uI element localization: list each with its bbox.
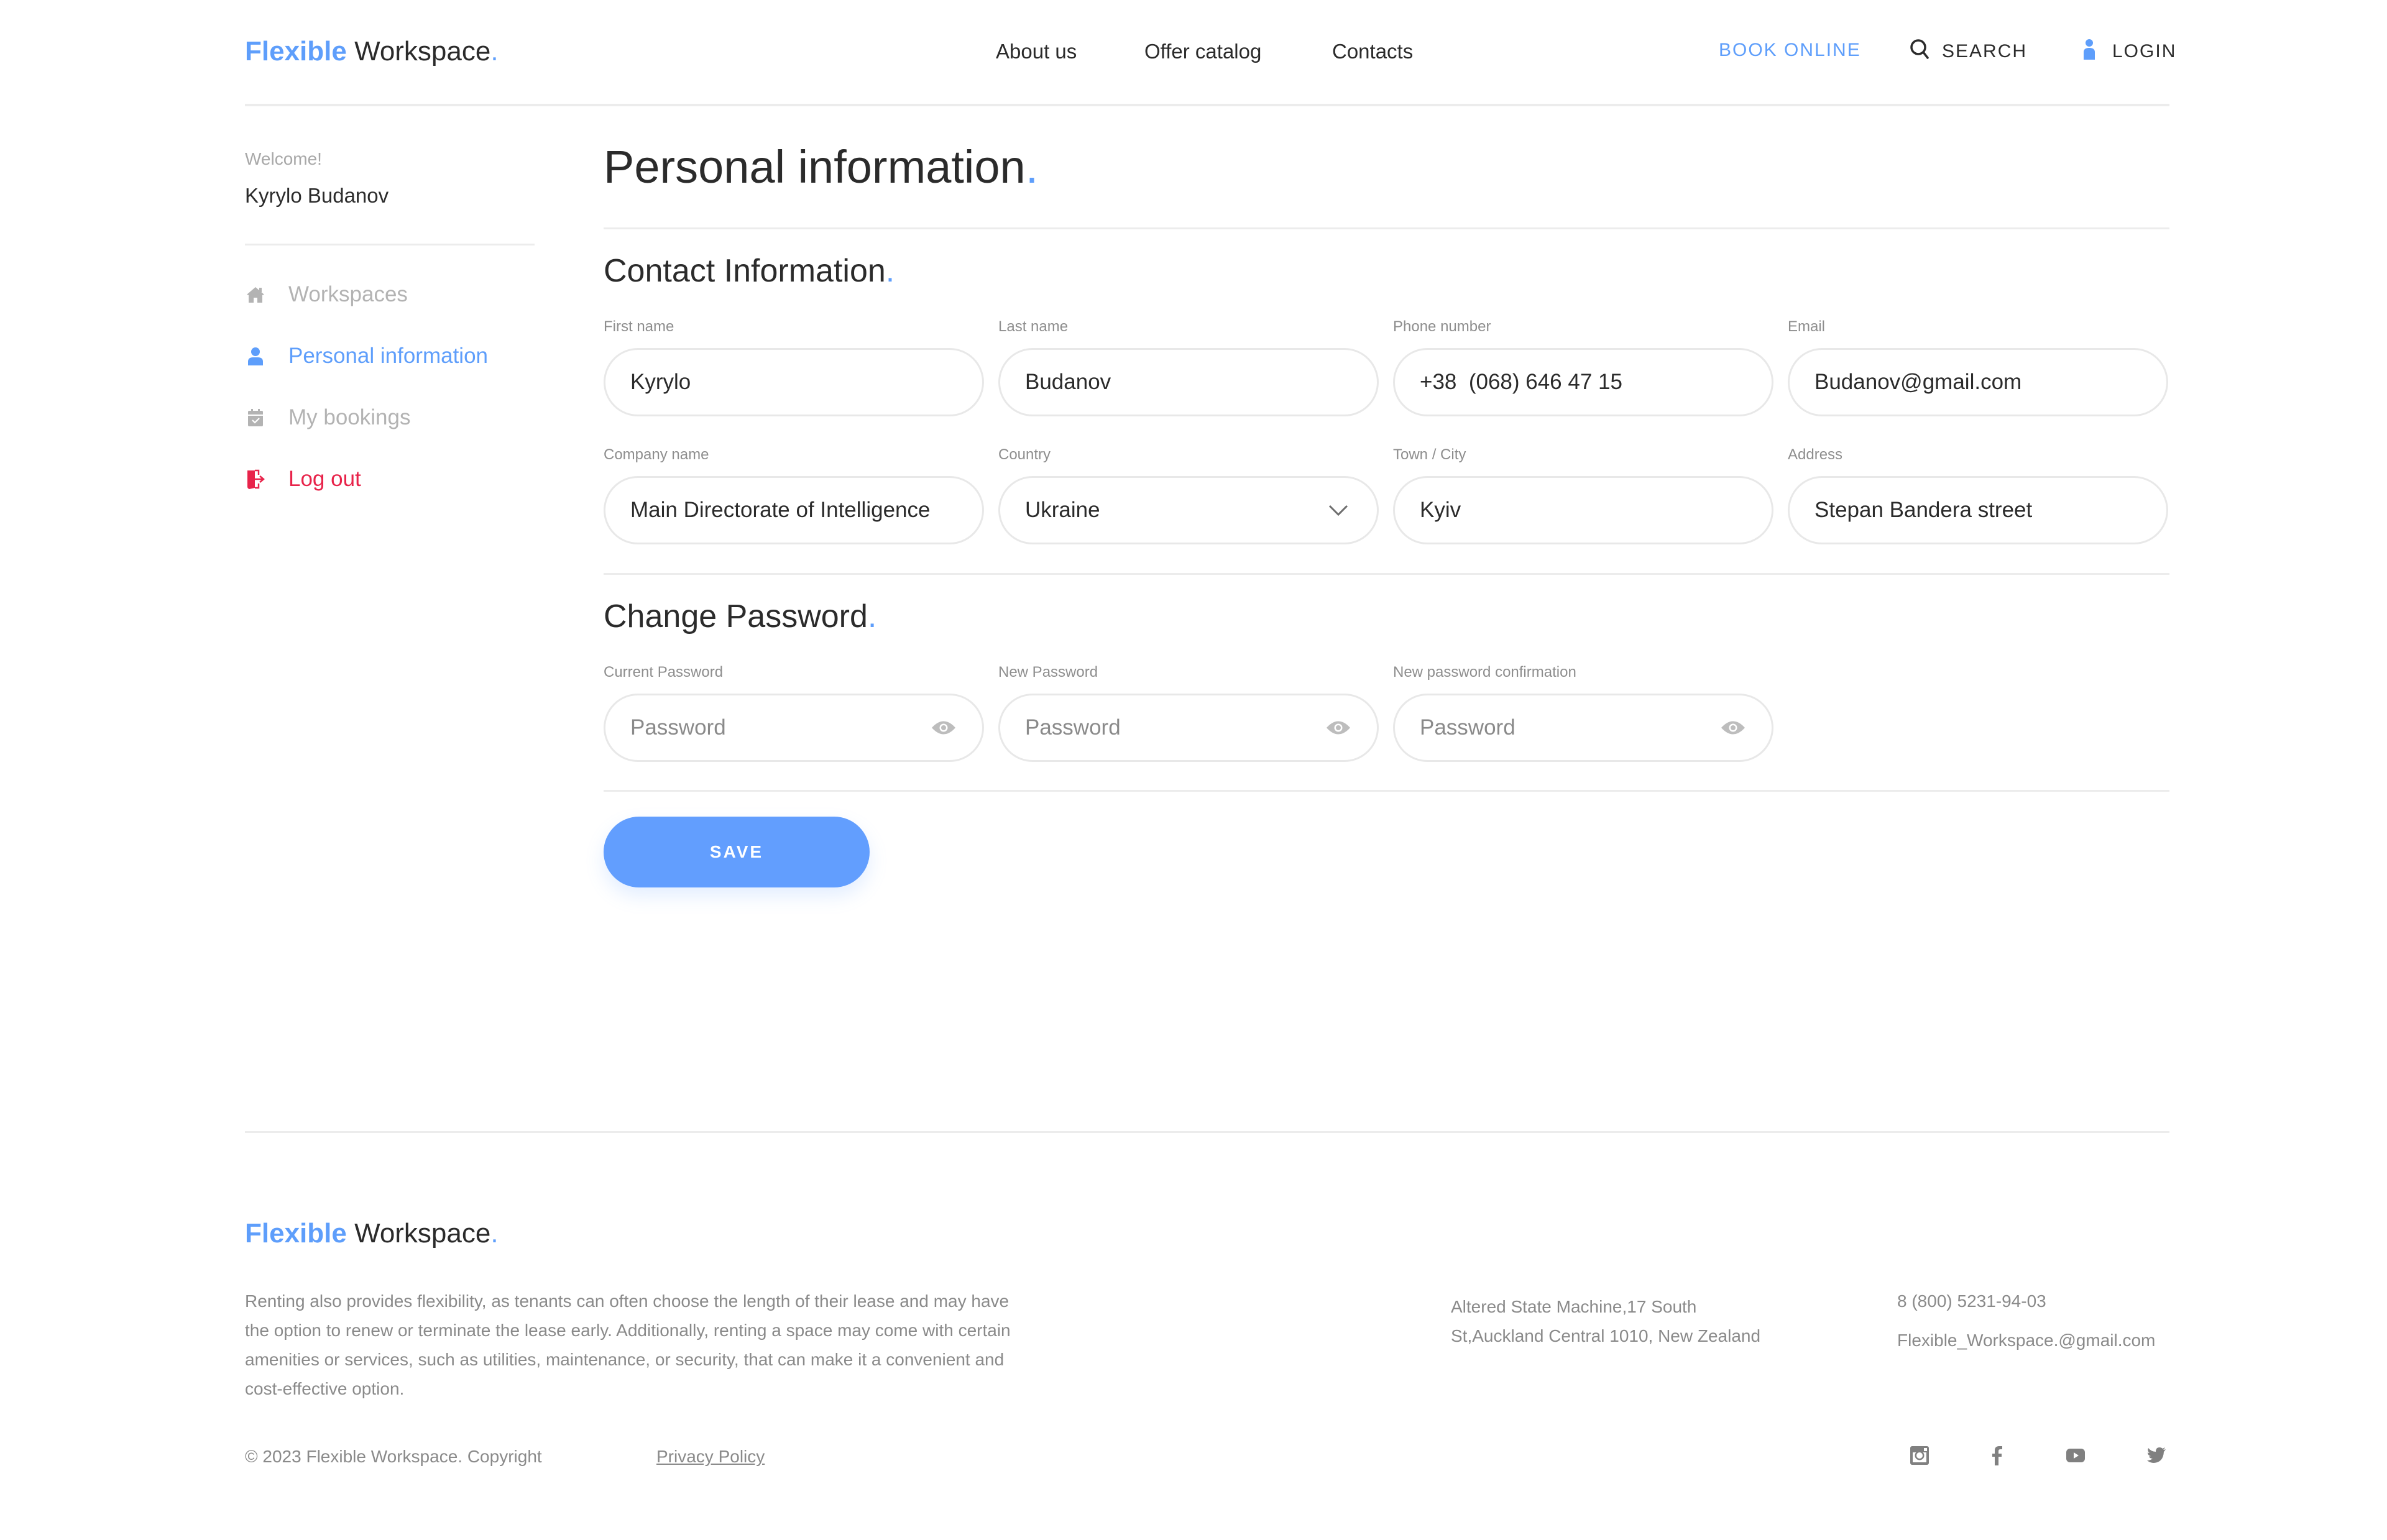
new-password-confirmation-label: New password confirmation [1393,664,1576,681]
contact-information-heading: Contact Information. [604,252,895,290]
sidebar-item-personal-information[interactable]: Personal information [245,344,488,369]
phone-number-label: Phone number [1393,318,1491,335]
address-label: Address [1788,446,1843,463]
eye-icon[interactable] [1325,714,1352,741]
book-online-label: BOOK ONLINE [1719,40,1861,60]
current-password-input[interactable] [630,715,930,740]
page-title-text: Personal information [604,141,1026,193]
change-password-heading: Change Password. [604,598,876,635]
last-name-input[interactable] [1025,370,1352,395]
new-password-confirmation-input[interactable] [1420,715,1719,740]
brand-part1: Flexible [245,1218,347,1249]
town-city-field[interactable] [1393,476,1773,544]
password-divider [604,790,2169,792]
sidebar-item-label: Log out [288,467,361,491]
privacy-policy-link[interactable]: Privacy Policy [656,1442,765,1471]
new-password-label: New Password [998,664,1098,681]
twitter-icon[interactable] [2146,1445,2167,1466]
footer-email[interactable]: Flexible_Workspace.@gmail.com [1897,1326,2155,1355]
sidebar-item-label: My bookings [288,405,411,429]
facebook-icon[interactable] [1987,1445,2008,1466]
page-title-dot: . [1025,141,1039,193]
header-divider [245,104,2169,106]
contact-divider [604,573,2169,575]
password-heading-dot: . [867,598,877,635]
footer-divider [245,1131,2169,1133]
sidebar-item-log-out[interactable]: Log out [245,467,361,492]
company-name-field[interactable] [604,476,984,544]
login-button[interactable]: LOGIN [2082,39,2176,65]
town-city-label: Town / City [1393,446,1466,463]
new-password-input[interactable] [1025,715,1325,740]
logout-door-icon [245,469,266,490]
footer-brand-logo[interactable]: Flexible Workspace. [245,1218,499,1249]
sidebar-divider [245,244,535,245]
nav-offer-catalog[interactable]: Offer catalog [1144,40,1261,63]
brand-part2: Workspace [354,1218,491,1249]
login-label: LOGIN [2112,41,2177,62]
current-password-field[interactable] [604,694,984,762]
new-password-field[interactable] [998,694,1379,762]
phone-number-input[interactable] [1420,370,1747,395]
email-label: Email [1788,318,1826,335]
search-button[interactable]: SEARCH [1910,39,2027,65]
company-name-label: Company name [604,446,709,463]
brand-logo[interactable]: Flexible Workspace. [245,36,499,67]
address-input[interactable] [1814,498,2141,523]
user-icon [2082,39,2096,65]
youtube-icon[interactable] [2065,1445,2086,1466]
user-name: Kyrylo Budanov [245,184,389,207]
email-input[interactable] [1814,370,2141,395]
brand-dot: . [490,1218,499,1249]
last-name-label: Last name [998,318,1069,335]
new-password-confirmation-field[interactable] [1393,694,1773,762]
brand-part2: Workspace [354,36,491,66]
last-name-field[interactable] [998,348,1379,416]
contact-heading-text: Contact Information [604,253,886,289]
phone-number-field[interactable] [1393,348,1773,416]
company-name-input[interactable] [630,498,957,523]
country-label: Country [998,446,1051,463]
nav-contacts[interactable]: Contacts [1332,40,1413,63]
sidebar-item-label: Workspaces [288,282,408,306]
title-divider [604,227,2169,229]
town-city-input[interactable] [1420,498,1747,523]
sidebar-item-workspaces[interactable]: Workspaces [245,282,408,307]
brand-dot: . [490,36,499,66]
first-name-field[interactable] [604,348,984,416]
save-button[interactable]: SAVE [604,817,870,887]
eye-icon[interactable] [930,714,957,741]
address-field[interactable] [1788,476,2168,544]
country-select[interactable]: Ukraine [998,476,1379,544]
brand-part1: Flexible [245,36,347,66]
footer-phone[interactable]: 8 (800) 5231-94-03 [1897,1286,2046,1316]
contact-heading-dot: . [885,253,895,289]
instagram-icon[interactable] [1909,1445,1930,1466]
email-field[interactable] [1788,348,2168,416]
calendar-check-icon [245,407,266,428]
address-line-1: Altered State Machine,17 South [1451,1297,1697,1316]
first-name-input[interactable] [630,370,957,395]
sidebar-item-my-bookings[interactable]: My bookings [245,405,410,430]
user-icon [245,346,266,367]
address-line-2: St,Auckland Central 1010, New Zealand [1451,1326,1761,1345]
footer-address: Altered State Machine,17 South St,Auckla… [1451,1292,1760,1350]
search-icon [1910,39,1929,65]
current-password-label: Current Password [604,664,724,681]
search-label: SEARCH [1942,41,2028,62]
sidebar-item-label: Personal information [288,344,488,368]
nav-about-us[interactable]: About us [996,40,1077,63]
home-icon [245,284,266,305]
book-online-button[interactable]: BOOK ONLINE [1719,40,1861,61]
password-heading-text: Change Password [604,598,868,635]
eye-icon[interactable] [1719,714,1747,741]
copyright: © 2023 Flexible Workspace. Copyright [245,1447,542,1466]
country-selected-value: Ukraine [1025,498,1100,522]
welcome-label: Welcome! [245,149,322,168]
page-title: Personal information. [604,140,1038,193]
footer-description: Renting also provides flexibility, as te… [245,1291,1011,1398]
chevron-down-icon [1325,497,1352,524]
first-name-label: First name [604,318,674,335]
